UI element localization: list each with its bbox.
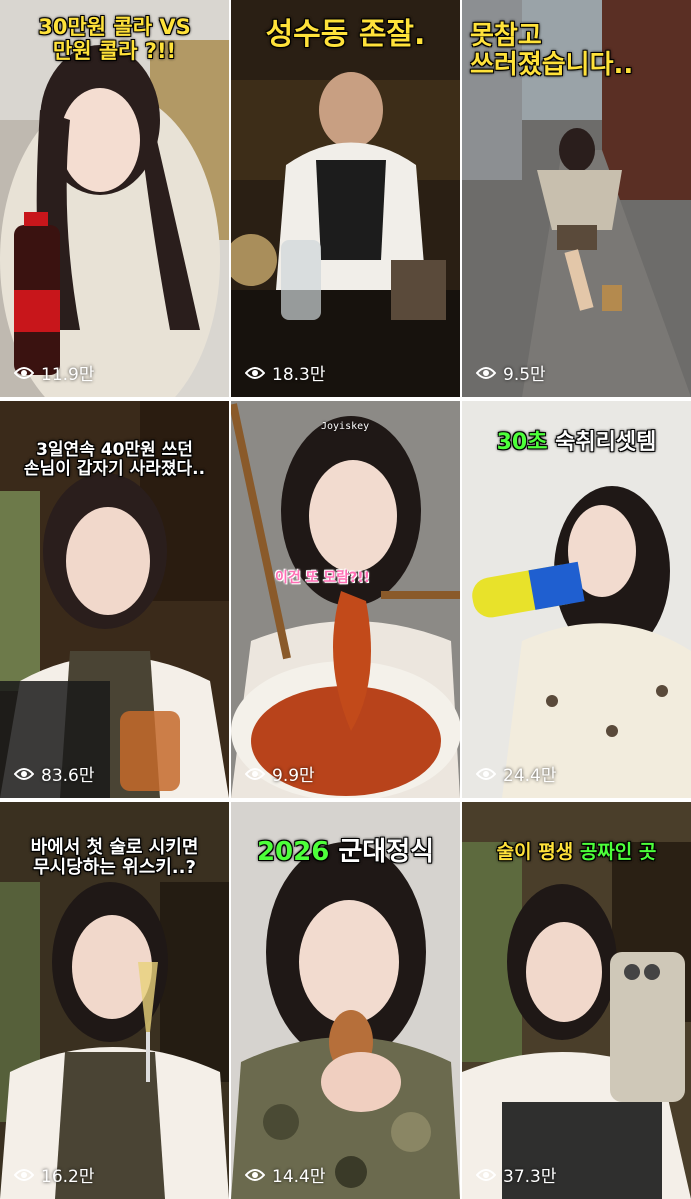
- view-count: 83.6만: [14, 761, 95, 786]
- view-count-label: 11.9만: [41, 365, 95, 385]
- view-count-label: 83.6만: [41, 766, 95, 786]
- caption-part-highlight: 2026: [256, 837, 330, 867]
- eye-icon: [14, 1168, 34, 1181]
- caption-line: 바에서 첫 술로 시키면: [30, 837, 199, 858]
- video-tile-street[interactable]: 못참고 쓰러졌습니다.. 9.5만: [462, 0, 691, 397]
- video-tile-free-drinks[interactable]: 술이 평생 공짜인 곳 37.3만: [462, 802, 691, 1199]
- thumbnail-image: [462, 401, 691, 798]
- caption-line: 쓰러졌습니다..: [470, 50, 634, 81]
- tile-caption: 2026 군대정식: [231, 837, 460, 867]
- eye-icon: [245, 366, 265, 379]
- eye-icon: [476, 366, 496, 379]
- eye-icon: [476, 1168, 496, 1181]
- caption-line: 3일연속 40만원 쓰던: [36, 440, 193, 460]
- view-count-label: 37.3만: [503, 1167, 557, 1187]
- video-tile-eating[interactable]: Joyiskey 이건 또 모람?!! 9.9만: [231, 401, 460, 798]
- caption-line: 못참고: [470, 21, 542, 51]
- video-tile-whisky[interactable]: 바에서 첫 술로 시키면 무시당하는 위스키..? 16.2만: [0, 802, 229, 1199]
- caption-part-highlight: 공짜인 곳: [579, 841, 657, 863]
- thumbnail-image: [231, 0, 460, 397]
- view-count-label: 9.5만: [503, 365, 546, 385]
- view-count: 37.3만: [476, 1162, 557, 1187]
- tile-caption: 3일연속 40만원 쓰던 손님이 갑자기 사라졌다..: [0, 440, 229, 480]
- tile-caption: 못참고 쓰러졌습니다..: [470, 21, 691, 81]
- view-count: 14.4만: [245, 1162, 326, 1187]
- view-count: 16.2만: [14, 1162, 95, 1187]
- caption-part-highlight: 30초: [496, 430, 548, 455]
- caption-line: 무시당하는 위스키..?: [33, 857, 196, 879]
- watermark-label: Joyiskey: [321, 421, 370, 432]
- video-tile-seongsu[interactable]: 성수동 존잘. 18.3만: [231, 0, 460, 397]
- tile-caption: 바에서 첫 술로 시키면 무시당하는 위스키..?: [0, 837, 229, 879]
- eye-icon: [14, 366, 34, 379]
- video-tile-hangover[interactable]: 30초 숙취리셋템 24.4만: [462, 401, 691, 798]
- caption-line: 성수동 존잘.: [265, 17, 426, 52]
- view-count-label: 9.9만: [272, 766, 315, 786]
- caption-part: 숙취리셋템: [555, 430, 657, 455]
- eye-icon: [245, 767, 265, 780]
- view-count: 9.5만: [476, 360, 546, 385]
- caption-part: 술이 평생: [496, 841, 574, 863]
- tile-caption: 성수동 존잘.: [231, 18, 460, 52]
- thumbnail-image: [231, 401, 460, 798]
- caption-line: 30만원 콜라 VS: [38, 15, 191, 39]
- tile-caption: 30초 숙취리셋템: [462, 430, 691, 456]
- eye-icon: [245, 1168, 265, 1181]
- view-count-label: 16.2만: [41, 1167, 95, 1187]
- view-count: 24.4만: [476, 761, 557, 786]
- eye-icon: [476, 767, 496, 780]
- video-grid: 30만원 콜라 VS 만원 콜라 ?!! 11.9만 성수동 존잘. 18.3만: [0, 0, 691, 1199]
- video-tile-cola[interactable]: 30만원 콜라 VS 만원 콜라 ?!! 11.9만: [0, 0, 229, 397]
- view-count: 11.9만: [14, 360, 95, 385]
- caption-line: 만원 콜라 ?!!: [52, 38, 177, 63]
- eye-icon: [14, 767, 34, 780]
- video-tile-military[interactable]: 2026 군대정식 14.4만: [231, 802, 460, 1199]
- sticker-label: 이건 또 모람?!!: [275, 570, 371, 586]
- caption-part: 군대정식: [338, 837, 435, 867]
- view-count-label: 18.3만: [272, 365, 326, 385]
- view-count-label: 24.4만: [503, 766, 557, 786]
- tile-caption: 술이 평생 공짜인 곳: [462, 841, 691, 863]
- video-tile-customer[interactable]: 3일연속 40만원 쓰던 손님이 갑자기 사라졌다.. 83.6만: [0, 401, 229, 798]
- view-count-label: 14.4만: [272, 1167, 326, 1187]
- tile-caption: 30만원 콜라 VS 만원 콜라 ?!!: [0, 15, 229, 63]
- view-count: 18.3만: [245, 360, 326, 385]
- caption-line: 손님이 갑자기 사라졌다..: [23, 459, 206, 480]
- view-count: 9.9만: [245, 761, 315, 786]
